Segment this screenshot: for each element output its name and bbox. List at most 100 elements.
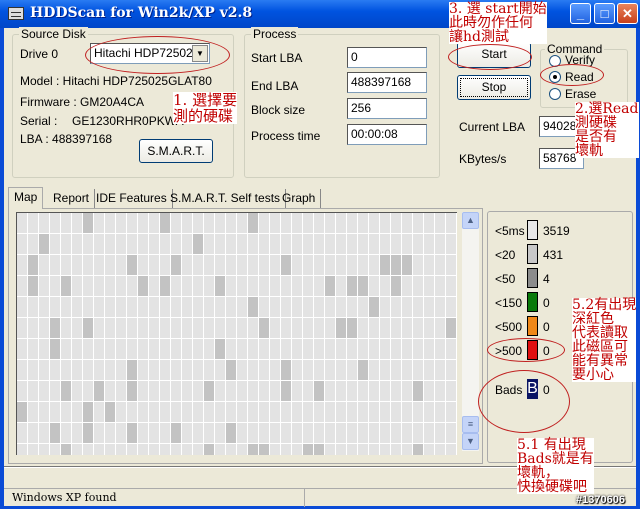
map-block bbox=[72, 318, 82, 338]
map-block bbox=[182, 318, 192, 338]
map-block bbox=[413, 255, 423, 275]
map-block bbox=[28, 381, 38, 401]
map-block bbox=[17, 318, 27, 338]
block-size-label: Block size bbox=[251, 103, 306, 117]
map-block bbox=[336, 423, 346, 443]
tab-smart-self-tests[interactable]: S.M.A.R.T. Self tests bbox=[165, 189, 287, 208]
map-block bbox=[424, 234, 434, 254]
model-text: Model : Hitachi HDP725025GLAT80 bbox=[20, 74, 212, 88]
map-block bbox=[380, 318, 390, 338]
map-block bbox=[303, 255, 313, 275]
map-block bbox=[292, 318, 302, 338]
map-block bbox=[17, 444, 27, 455]
tab-report[interactable]: Report bbox=[48, 189, 96, 208]
map-block bbox=[116, 423, 126, 443]
map-block bbox=[347, 402, 357, 422]
map-block bbox=[369, 423, 379, 443]
map-block bbox=[105, 234, 115, 254]
serial-value: GE1230RHR0PKWA bbox=[72, 114, 184, 128]
map-block bbox=[226, 234, 236, 254]
map-block bbox=[303, 276, 313, 296]
map-block bbox=[160, 423, 170, 443]
map-block bbox=[105, 402, 115, 422]
map-block bbox=[391, 339, 401, 359]
map-scrollbar[interactable]: ▲ ≡ ▼ bbox=[462, 212, 479, 451]
tab-map[interactable]: Map bbox=[8, 187, 44, 209]
map-block bbox=[380, 213, 390, 233]
map-block bbox=[204, 255, 214, 275]
map-block bbox=[347, 276, 357, 296]
map-block bbox=[127, 360, 137, 380]
minimize-button[interactable]: _ bbox=[570, 3, 591, 24]
map-block bbox=[270, 213, 280, 233]
map-block bbox=[138, 444, 148, 455]
map-block bbox=[424, 318, 434, 338]
map-block bbox=[83, 444, 93, 455]
map-block bbox=[28, 423, 38, 443]
map-block bbox=[446, 213, 456, 233]
scroll-thumb[interactable]: ≡ bbox=[462, 416, 479, 433]
map-block bbox=[182, 255, 192, 275]
status-divider bbox=[304, 489, 305, 507]
map-block bbox=[303, 444, 313, 455]
map-block bbox=[358, 360, 368, 380]
map-block bbox=[369, 234, 379, 254]
serial-label: Serial : bbox=[20, 114, 58, 128]
map-block bbox=[292, 339, 302, 359]
map-block bbox=[402, 423, 412, 443]
map-block bbox=[50, 444, 60, 455]
tab-graph[interactable]: Graph bbox=[277, 189, 322, 208]
map-block bbox=[160, 276, 170, 296]
map-block bbox=[325, 213, 335, 233]
system-menu-icon[interactable] bbox=[8, 7, 24, 20]
map-block bbox=[270, 255, 280, 275]
map-block bbox=[215, 360, 225, 380]
map-block bbox=[149, 444, 159, 455]
block-size-input[interactable]: 256 bbox=[347, 98, 427, 119]
map-block bbox=[171, 213, 181, 233]
map-block bbox=[270, 276, 280, 296]
map-block bbox=[237, 339, 247, 359]
map-block bbox=[28, 234, 38, 254]
status-text: Windows XP found bbox=[12, 491, 117, 504]
stop-button[interactable]: Stop bbox=[457, 75, 531, 100]
map-block bbox=[204, 339, 214, 359]
map-block bbox=[138, 423, 148, 443]
map-block bbox=[435, 318, 445, 338]
start-lba-input[interactable]: 0 bbox=[347, 47, 427, 68]
map-block bbox=[160, 360, 170, 380]
map-block bbox=[281, 339, 291, 359]
map-block bbox=[314, 423, 324, 443]
map-block bbox=[413, 381, 423, 401]
map-block bbox=[314, 234, 324, 254]
map-block bbox=[116, 255, 126, 275]
lba-text: LBA : 488397168 bbox=[20, 132, 113, 146]
scroll-up-button[interactable]: ▲ bbox=[462, 212, 479, 229]
map-block bbox=[182, 276, 192, 296]
end-lba-input[interactable]: 488397168 bbox=[347, 72, 427, 93]
map-block bbox=[39, 213, 49, 233]
map-block bbox=[237, 276, 247, 296]
map-block bbox=[116, 402, 126, 422]
map-block bbox=[281, 318, 291, 338]
map-block bbox=[226, 297, 236, 317]
map-block bbox=[248, 255, 258, 275]
map-block bbox=[237, 381, 247, 401]
map-block bbox=[50, 297, 60, 317]
map-block bbox=[325, 234, 335, 254]
map-block bbox=[160, 297, 170, 317]
scroll-down-button[interactable]: ▼ bbox=[462, 433, 479, 450]
map-block bbox=[292, 381, 302, 401]
close-button[interactable]: ✕ bbox=[617, 3, 638, 24]
map-block bbox=[61, 381, 71, 401]
tab-ide-features[interactable]: IDE Features bbox=[91, 189, 173, 208]
map-block bbox=[446, 234, 456, 254]
map-block bbox=[336, 402, 346, 422]
map-block bbox=[61, 213, 71, 233]
maximize-button[interactable]: □ bbox=[594, 3, 615, 24]
erase-radio[interactable] bbox=[549, 88, 561, 100]
map-block bbox=[83, 339, 93, 359]
map-block bbox=[369, 360, 379, 380]
map-block bbox=[61, 339, 71, 359]
smart-button[interactable]: S.M.A.R.T. bbox=[139, 139, 213, 163]
